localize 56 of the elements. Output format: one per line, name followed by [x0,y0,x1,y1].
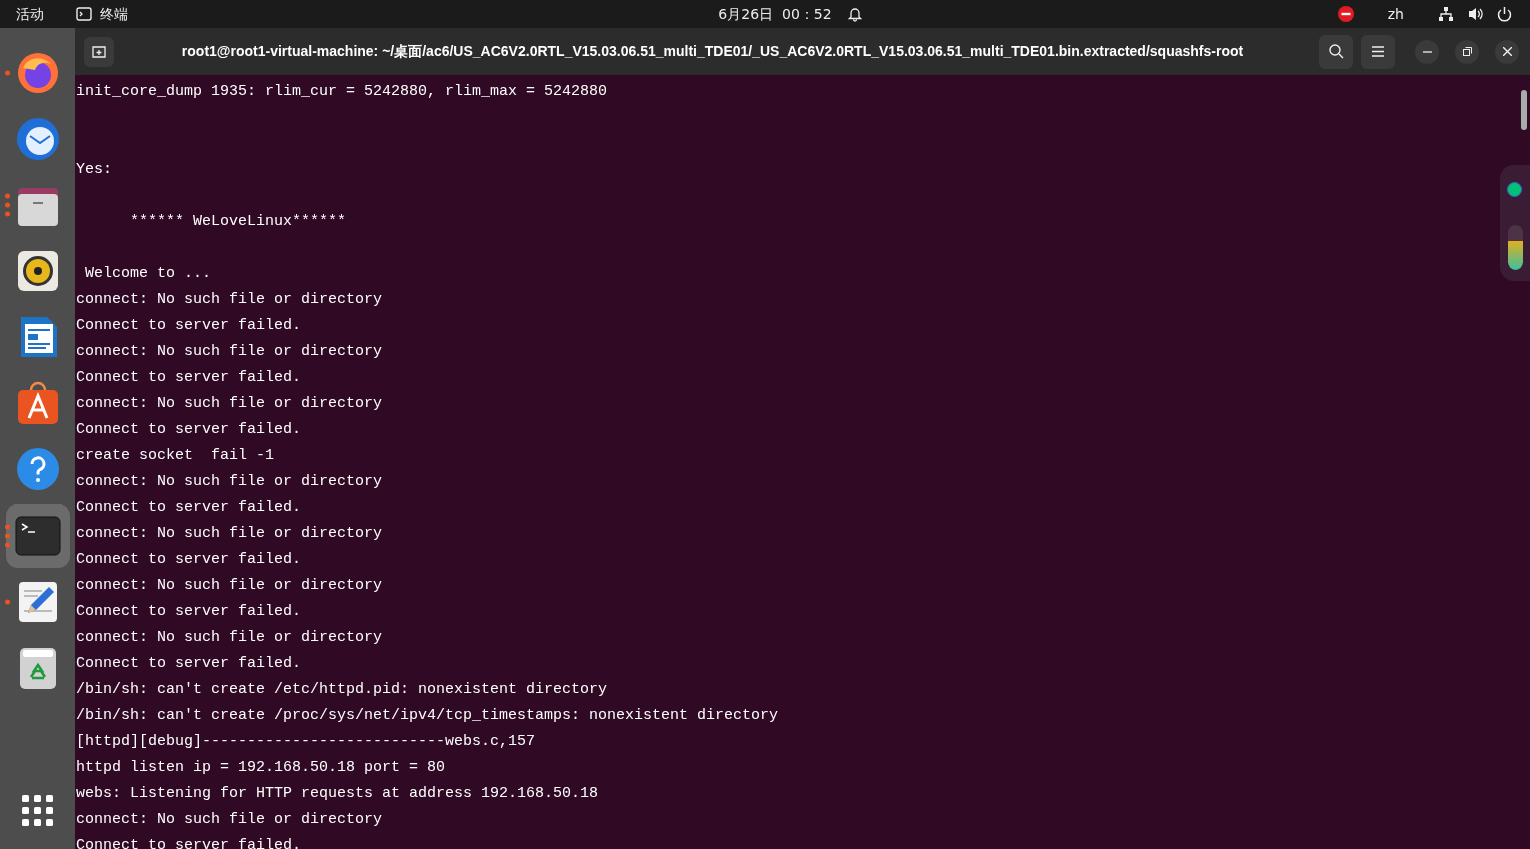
scrollbar-thumb[interactable] [1521,90,1527,130]
menu-button[interactable] [1361,34,1395,69]
terminal-icon [14,513,61,559]
power-icon[interactable] [1497,6,1512,22]
help-icon [14,446,61,492]
restore-icon [1462,47,1472,56]
terminal-line: Connect to server failed. [76,551,302,568]
terminal-line: Connect to server failed. [76,837,302,849]
terminal-line: create socket fail -1 [76,447,275,464]
new-tab-button[interactable] [84,36,114,67]
menu-icon [1372,46,1384,57]
input-method-indicator[interactable]: zh [1387,3,1404,25]
app-grid-icon[interactable] [21,795,54,827]
terminal-line: /bin/sh: can't create /proc/sys/net/ipv4/tcp_timestamps: nonexistent directory [76,707,779,724]
clock[interactable]: 6月26日 00：52 [718,3,832,25]
minimize-icon [1422,50,1432,53]
terminal-line: Connect to server failed. [76,369,302,386]
terminal-icon [76,7,92,21]
terminal-line: Connect to server failed. [76,499,302,516]
do-not-disturb-icon[interactable] [1337,6,1354,22]
terminal-line: connect: No such file or directory [76,291,383,308]
restore-button[interactable] [1455,39,1479,64]
terminal-line: Connect to server failed. [76,317,302,334]
mail-icon [14,116,61,162]
close-button[interactable] [1495,39,1519,64]
terminal-line: Connect to server failed. [76,603,302,620]
terminal-line: [httpd][debug]---------------------------webs.c,157 [76,733,536,750]
terminal-line: connect: No such file or directory [76,525,383,542]
search-icon [1328,44,1344,59]
terminal-line: Connect to server failed. [76,421,302,438]
minimize-button[interactable] [1415,39,1439,64]
terminal-line: Yes: [76,161,112,178]
volume-icon[interactable] [1468,6,1485,22]
level-meter[interactable] [1508,225,1523,270]
terminal-line: connect: No such file or directory [76,343,383,360]
terminal-line: connect: No such file or directory [76,395,383,412]
app-menu[interactable]: 终端 [76,3,128,25]
terminal-line: ****** WeLoveLinux****** [129,213,347,230]
terminal-line: Connect to server failed. [76,655,302,672]
terminal-line: init_core_dump 1935: rlim_cur = 5242880, rlim_max = 5242880 [76,83,608,100]
terminal-line: webs: Listening for HTTP requests at address 192.168.50.18 [76,785,599,802]
terminal-line: connect: No such file or directory [76,577,383,594]
new-tab-icon [92,45,106,58]
terminal-line: Welcome to ... [84,265,212,282]
network-icon[interactable] [1438,6,1454,22]
bell-icon [847,6,862,22]
status-dot[interactable] [1507,182,1522,197]
activities-button[interactable]: 活动 [0,3,60,25]
terminal-line: connect: No such file or directory [76,629,383,646]
search-button[interactable] [1319,34,1353,69]
terminal-line: connect: No such file or directory [76,811,383,828]
close-icon [1502,47,1512,56]
terminal-line: /bin/sh: can't create /etc/httpd.pid: nonexistent directory [76,681,608,698]
window-title: root1@root1-virtual-machine: ~/桌面/ac6/US_AC6V2.0RTL_V15.03.06.51_multi_TDE01/_US_AC6V2.0RTL_V15.03.06.51_multi_TDE01.bin.extracted/squashfs-root [180,42,1245,61]
terminal-line: connect: No such file or directory [76,473,383,490]
terminal-line: httpd listen ip = 192.168.50.18 port = 80 [76,759,446,776]
